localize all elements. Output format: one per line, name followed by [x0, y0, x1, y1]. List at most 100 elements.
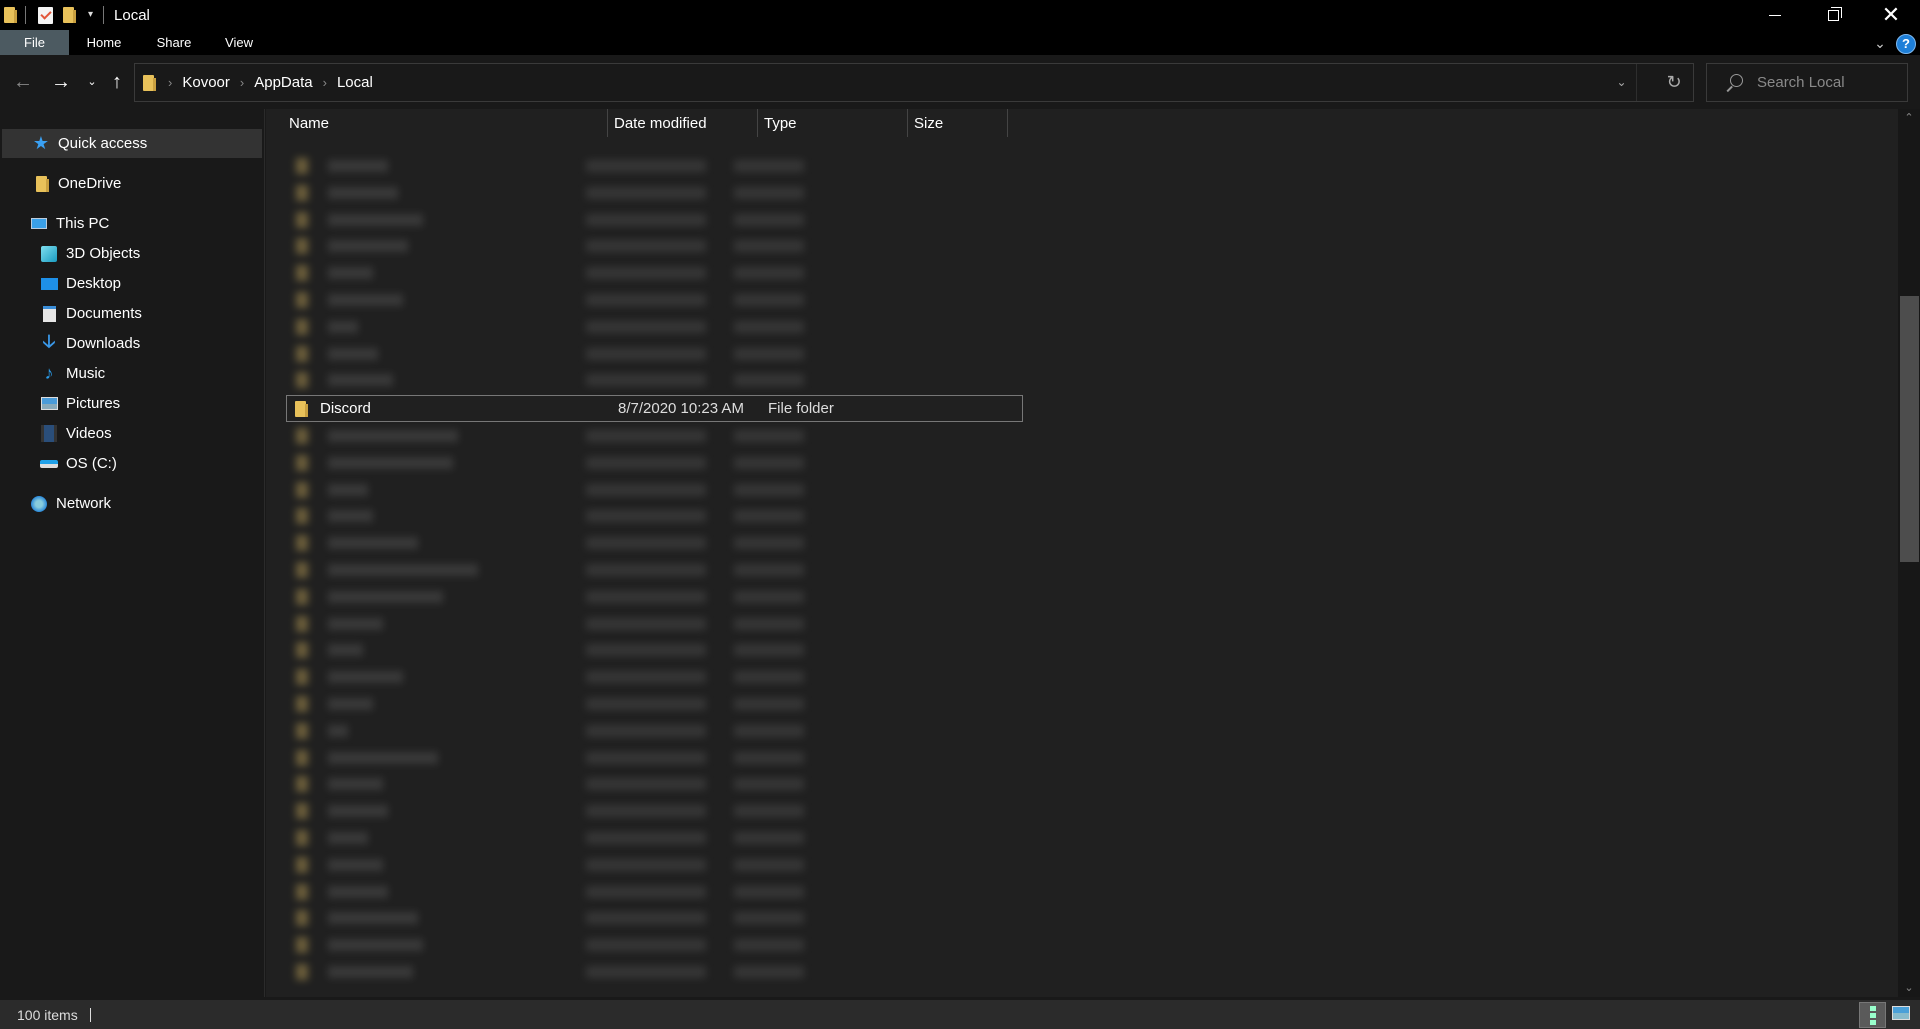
search-input[interactable] — [1757, 74, 1897, 91]
cell-date-modified: 8/7/2020 10:23 AM — [618, 400, 744, 417]
table-row-obscured[interactable] — [286, 905, 886, 931]
restore-button[interactable] — [1804, 0, 1862, 30]
cell-name — [328, 374, 393, 387]
details-view-button[interactable] — [1859, 1002, 1886, 1028]
table-row-obscured[interactable] — [286, 367, 886, 393]
folder-icon[interactable] — [4, 7, 17, 23]
sidebar-item-music[interactable]: ♪ Music — [0, 359, 262, 388]
cell-name — [328, 564, 478, 576]
table-row-obscured[interactable] — [286, 503, 886, 529]
status-separator — [89, 1007, 91, 1022]
scroll-down-button[interactable]: ⌄ — [1898, 979, 1920, 997]
chevron-right-icon[interactable]: › — [323, 75, 327, 90]
table-row-obscured[interactable] — [286, 557, 886, 583]
arrow-right-icon: → — [51, 71, 71, 93]
table-row-obscured[interactable] — [286, 477, 886, 503]
refresh-button[interactable]: ↻ — [1655, 64, 1693, 101]
vertical-scrollbar[interactable]: ⌃ ⌄ — [1898, 109, 1920, 997]
column-date-modified[interactable]: Date modified — [608, 109, 758, 137]
table-row-obscured[interactable] — [286, 153, 886, 179]
search-box[interactable] — [1706, 63, 1908, 102]
sidebar-item-pictures[interactable]: Pictures — [0, 389, 262, 418]
table-row-obscured[interactable] — [286, 959, 886, 985]
expand-ribbon-button[interactable]: ⌄ — [1870, 33, 1890, 53]
breadcrumb-local[interactable]: Local — [337, 74, 373, 91]
sort-ascending-icon: ⌃ — [438, 109, 447, 116]
cell-date-modified — [586, 885, 706, 898]
cell-type — [734, 483, 804, 496]
picture-icon — [40, 395, 58, 413]
table-row-obscured[interactable] — [286, 530, 886, 556]
column-type[interactable]: Type — [758, 109, 908, 137]
table-row-obscured[interactable] — [286, 450, 886, 476]
table-row-obscured[interactable] — [286, 207, 886, 233]
sidebar-item-os-c[interactable]: OS (C:) — [0, 449, 262, 478]
cell-date-modified — [586, 617, 706, 630]
table-row-selected[interactable]: Discord 8/7/2020 10:23 AM File folder — [286, 395, 1023, 422]
table-row-obscured[interactable] — [286, 879, 886, 905]
table-row-obscured[interactable] — [286, 798, 886, 824]
address-bar[interactable]: › Kovoor › AppData › Local ⌄ ↻ — [134, 63, 1694, 102]
table-row-obscured[interactable] — [286, 584, 886, 610]
table-row-obscured[interactable] — [286, 691, 886, 717]
sidebar-item-videos[interactable]: Videos — [0, 419, 262, 448]
table-row-obscured[interactable] — [286, 341, 886, 367]
column-size[interactable]: Size — [908, 109, 1008, 137]
recent-locations-button[interactable]: ⌄ — [84, 69, 100, 95]
large-icons-view-button[interactable] — [1892, 1006, 1910, 1020]
table-row-obscured[interactable] — [286, 852, 886, 878]
table-row-obscured[interactable] — [286, 637, 886, 663]
sidebar-item-desktop[interactable]: Desktop — [0, 269, 262, 298]
folder-icon — [296, 481, 308, 498]
table-row-obscured[interactable] — [286, 287, 886, 313]
forward-button[interactable]: → — [48, 69, 74, 95]
arrow-left-icon: ← — [13, 71, 33, 93]
help-button[interactable]: ? — [1896, 34, 1916, 54]
properties-icon[interactable] — [38, 6, 53, 24]
column-divider[interactable] — [1007, 109, 1008, 137]
minimize-button[interactable] — [1746, 0, 1804, 30]
table-row-obscured[interactable] — [286, 233, 886, 259]
table-row-obscured[interactable] — [286, 423, 886, 449]
tab-home[interactable]: Home — [82, 30, 126, 55]
table-row-obscured[interactable] — [286, 718, 886, 744]
new-folder-icon[interactable] — [63, 7, 76, 23]
sidebar-item-network[interactable]: Network — [0, 489, 262, 518]
cell-type — [734, 617, 804, 630]
tab-share[interactable]: Share — [151, 30, 197, 55]
table-row-obscured[interactable] — [286, 771, 886, 797]
customize-dropdown-icon[interactable]: ▾ — [88, 10, 93, 20]
cell-date-modified — [586, 698, 706, 710]
chevron-right-icon[interactable]: › — [240, 75, 244, 90]
folder-icon — [296, 588, 308, 605]
close-button[interactable]: ✕ — [1862, 0, 1920, 30]
scroll-thumb[interactable] — [1900, 296, 1919, 562]
tab-view[interactable]: View — [222, 30, 256, 55]
up-button[interactable]: ↑ — [106, 69, 128, 95]
tab-file[interactable]: File — [0, 30, 69, 55]
sidebar-item-3d-objects[interactable]: 3D Objects — [0, 239, 262, 268]
breadcrumb-appdata[interactable]: AppData — [254, 74, 312, 91]
table-row-obscured[interactable] — [286, 825, 886, 851]
breadcrumb-kovoor[interactable]: Kovoor — [182, 74, 230, 91]
address-history-button[interactable]: ⌄ — [1607, 64, 1637, 101]
cell-name: Discord — [320, 400, 371, 417]
table-row-obscured[interactable] — [286, 745, 886, 771]
folder-icon — [296, 803, 308, 820]
sidebar-item-documents[interactable]: Documents — [0, 299, 262, 328]
back-button[interactable]: ← — [10, 69, 36, 95]
sidebar-item-onedrive[interactable]: OneDrive — [0, 169, 262, 198]
table-row-obscured[interactable] — [286, 611, 886, 637]
folder-icon — [296, 562, 308, 578]
sidebar-item-this-pc[interactable]: This PC — [0, 209, 262, 238]
sidebar-item-downloads[interactable]: 🡣 Downloads — [0, 329, 262, 358]
chevron-right-icon[interactable]: › — [168, 75, 172, 90]
table-row-obscured[interactable] — [286, 932, 886, 958]
cell-date-modified — [586, 430, 706, 442]
sidebar-item-quick-access[interactable]: ★ Quick access — [2, 129, 262, 158]
table-row-obscured[interactable] — [286, 314, 886, 340]
table-row-obscured[interactable] — [286, 260, 886, 286]
table-row-obscured[interactable] — [286, 664, 886, 690]
table-row-obscured[interactable] — [286, 180, 886, 206]
scroll-up-button[interactable]: ⌃ — [1898, 109, 1920, 127]
